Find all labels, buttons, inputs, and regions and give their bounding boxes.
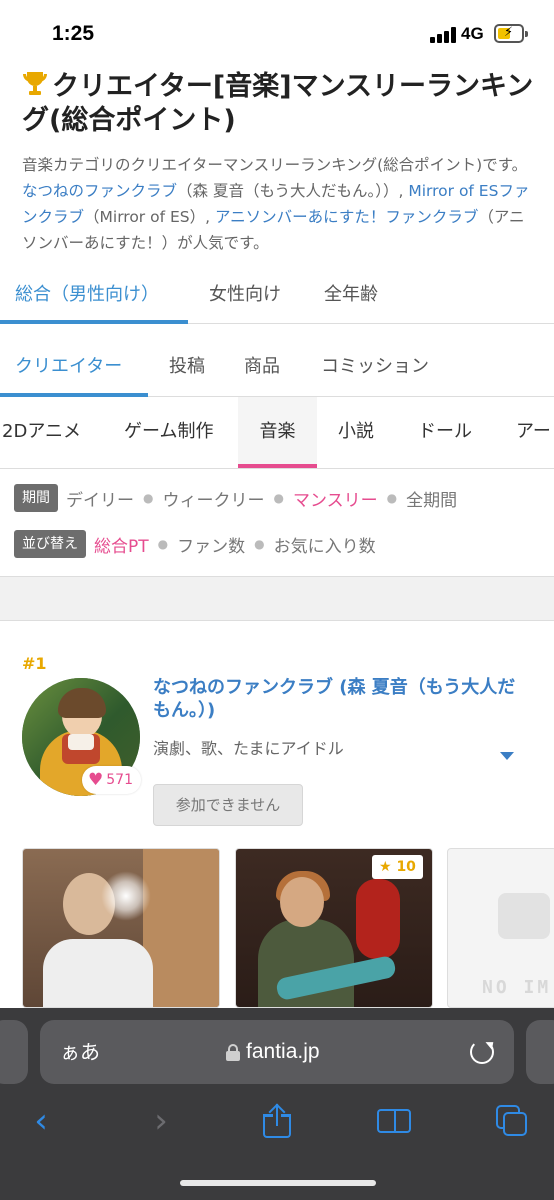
description-text: （森 夏音（もう大人だもん。））, <box>177 182 409 200</box>
tab-female[interactable]: 女性向け <box>209 270 281 324</box>
page-title-text: クリエイター[音楽]マンスリーランキング(総合ポイント) <box>22 71 534 136</box>
reader-aa-button[interactable]: ぁあ <box>60 1020 100 1084</box>
description-text: （Mirror of ES）, <box>84 208 215 226</box>
period-filter: 期間 デイリー ● ウィークリー ● マンスリー ● 全期間 <box>14 484 457 514</box>
network-type: 4G <box>461 24 484 43</box>
separator-dot: ● <box>157 537 169 551</box>
post-thumbnail[interactable]: ★ 10 <box>235 848 433 1008</box>
period-monthly[interactable]: マンスリー <box>293 486 378 511</box>
star-count: 10 <box>396 859 416 875</box>
separator-dot: ● <box>143 491 154 505</box>
browser-toolbar: ‹ › <box>0 1096 554 1146</box>
description-link-anisonbar[interactable]: アニソンバーあにすた！ファンクラブ <box>215 208 478 226</box>
share-button[interactable] <box>252 1096 302 1146</box>
tab-creator[interactable]: クリエイター <box>15 342 122 396</box>
tab-posts[interactable]: 投稿 <box>169 342 205 396</box>
crab-placeholder-icon <box>498 893 550 939</box>
signal-icon <box>430 27 456 43</box>
post-thumbnail-no-image[interactable]: NO IM <box>447 848 554 1008</box>
page-title: クリエイター[音楽]マンスリーランキング(総合ポイント) <box>22 70 534 138</box>
category-doll[interactable]: ドール <box>418 397 472 468</box>
category-music[interactable]: 音楽 <box>238 397 317 468</box>
forward-button[interactable]: › <box>136 1096 186 1146</box>
previous-tab-peek[interactable] <box>0 1020 28 1084</box>
home-indicator <box>180 1180 376 1186</box>
book-icon <box>377 1107 411 1135</box>
type-tabs: クリエイター 投稿 商品 コミッション <box>0 342 554 397</box>
category-2d-anime[interactable]: 2Dアニメ <box>2 397 81 468</box>
sort-filter: 並び替え 総合PT ● ファン数 ● お気に入り数 <box>14 530 376 560</box>
period-daily[interactable]: デイリー <box>66 486 134 511</box>
period-label: 期間 <box>14 484 58 512</box>
status-time: 1:25 <box>52 22 95 45</box>
heart-icon: ♥ <box>88 770 104 790</box>
battery-icon: ⚡ <box>494 24 528 43</box>
url-text[interactable]: fantia.jp <box>246 1020 320 1084</box>
tab-all-ages[interactable]: 全年齢 <box>324 270 378 324</box>
share-icon <box>263 1103 291 1138</box>
category-novel[interactable]: 小説 <box>338 397 374 468</box>
rank-number: #1 <box>22 654 47 673</box>
separator-dot: ● <box>386 491 398 505</box>
forward-icon: › <box>154 1101 168 1141</box>
address-bar[interactable]: ぁあ fantia.jp <box>40 1020 514 1084</box>
creator-name-link[interactable]: なつねのファンクラブ (森 夏音（もう大人だもん。）) <box>153 676 533 722</box>
period-weekly[interactable]: ウィークリー <box>162 486 264 511</box>
category-tabs: 2Dアニメ ゲーム制作 音楽 小説 ドール アー <box>0 397 554 469</box>
no-image-label: NO IM <box>482 977 552 998</box>
back-button[interactable]: ‹ <box>16 1096 66 1146</box>
period-all[interactable]: 全期間 <box>406 486 457 511</box>
sort-label: 並び替え <box>14 530 86 558</box>
active-category-indicator <box>238 464 317 468</box>
lock-icon <box>226 1044 240 1061</box>
tabs-icon <box>496 1105 528 1137</box>
section-gap <box>0 577 554 621</box>
tab-general-male[interactable]: 総合（男性向け） <box>15 270 159 324</box>
description-link-natsune[interactable]: なつねのファンクラブ <box>22 182 177 200</box>
sort-favorites[interactable]: お気に入り数 <box>274 532 376 557</box>
active-tab-indicator <box>0 320 188 324</box>
join-button[interactable]: 参加できません <box>153 784 303 826</box>
like-count-badge: ♥ 571 <box>82 766 141 794</box>
tab-products[interactable]: 商品 <box>244 342 280 396</box>
chevron-down-icon[interactable] <box>500 752 514 760</box>
separator-dot: ● <box>273 491 284 505</box>
category-game-dev[interactable]: ゲーム制作 <box>124 397 213 468</box>
next-tab-peek[interactable] <box>526 1020 554 1084</box>
star-icon: ★ <box>379 859 397 875</box>
creator-description: 演劇、歌、たまにアイドル <box>153 739 344 758</box>
separator-dot: ● <box>254 537 265 551</box>
tab-commission[interactable]: コミッション <box>321 342 429 396</box>
status-bar: 1:25 4G ⚡ <box>0 0 554 64</box>
post-thumbnail[interactable] <box>22 848 220 1008</box>
star-count-badge: ★ 10 <box>372 855 423 879</box>
category-more[interactable]: アー <box>516 397 551 468</box>
ranking-description: 音楽カテゴリのクリエイターマンスリーランキング(総合ポイント)です。なつねのファ… <box>22 152 532 256</box>
back-icon: ‹ <box>34 1101 48 1141</box>
reload-icon[interactable] <box>470 1040 494 1064</box>
sort-fans[interactable]: ファン数 <box>177 532 245 557</box>
bookmarks-button[interactable] <box>369 1096 419 1146</box>
audience-tabs: 総合（男性向け） 女性向け 全年齢 <box>0 270 554 324</box>
like-count: 571 <box>106 772 133 788</box>
trophy-icon <box>22 70 48 98</box>
description-text: 音楽カテゴリのクリエイターマンスリーランキング(総合ポイント)です。 <box>22 156 528 174</box>
sort-total-pt[interactable]: 総合PT <box>94 532 149 557</box>
tabs-button[interactable] <box>487 1096 537 1146</box>
